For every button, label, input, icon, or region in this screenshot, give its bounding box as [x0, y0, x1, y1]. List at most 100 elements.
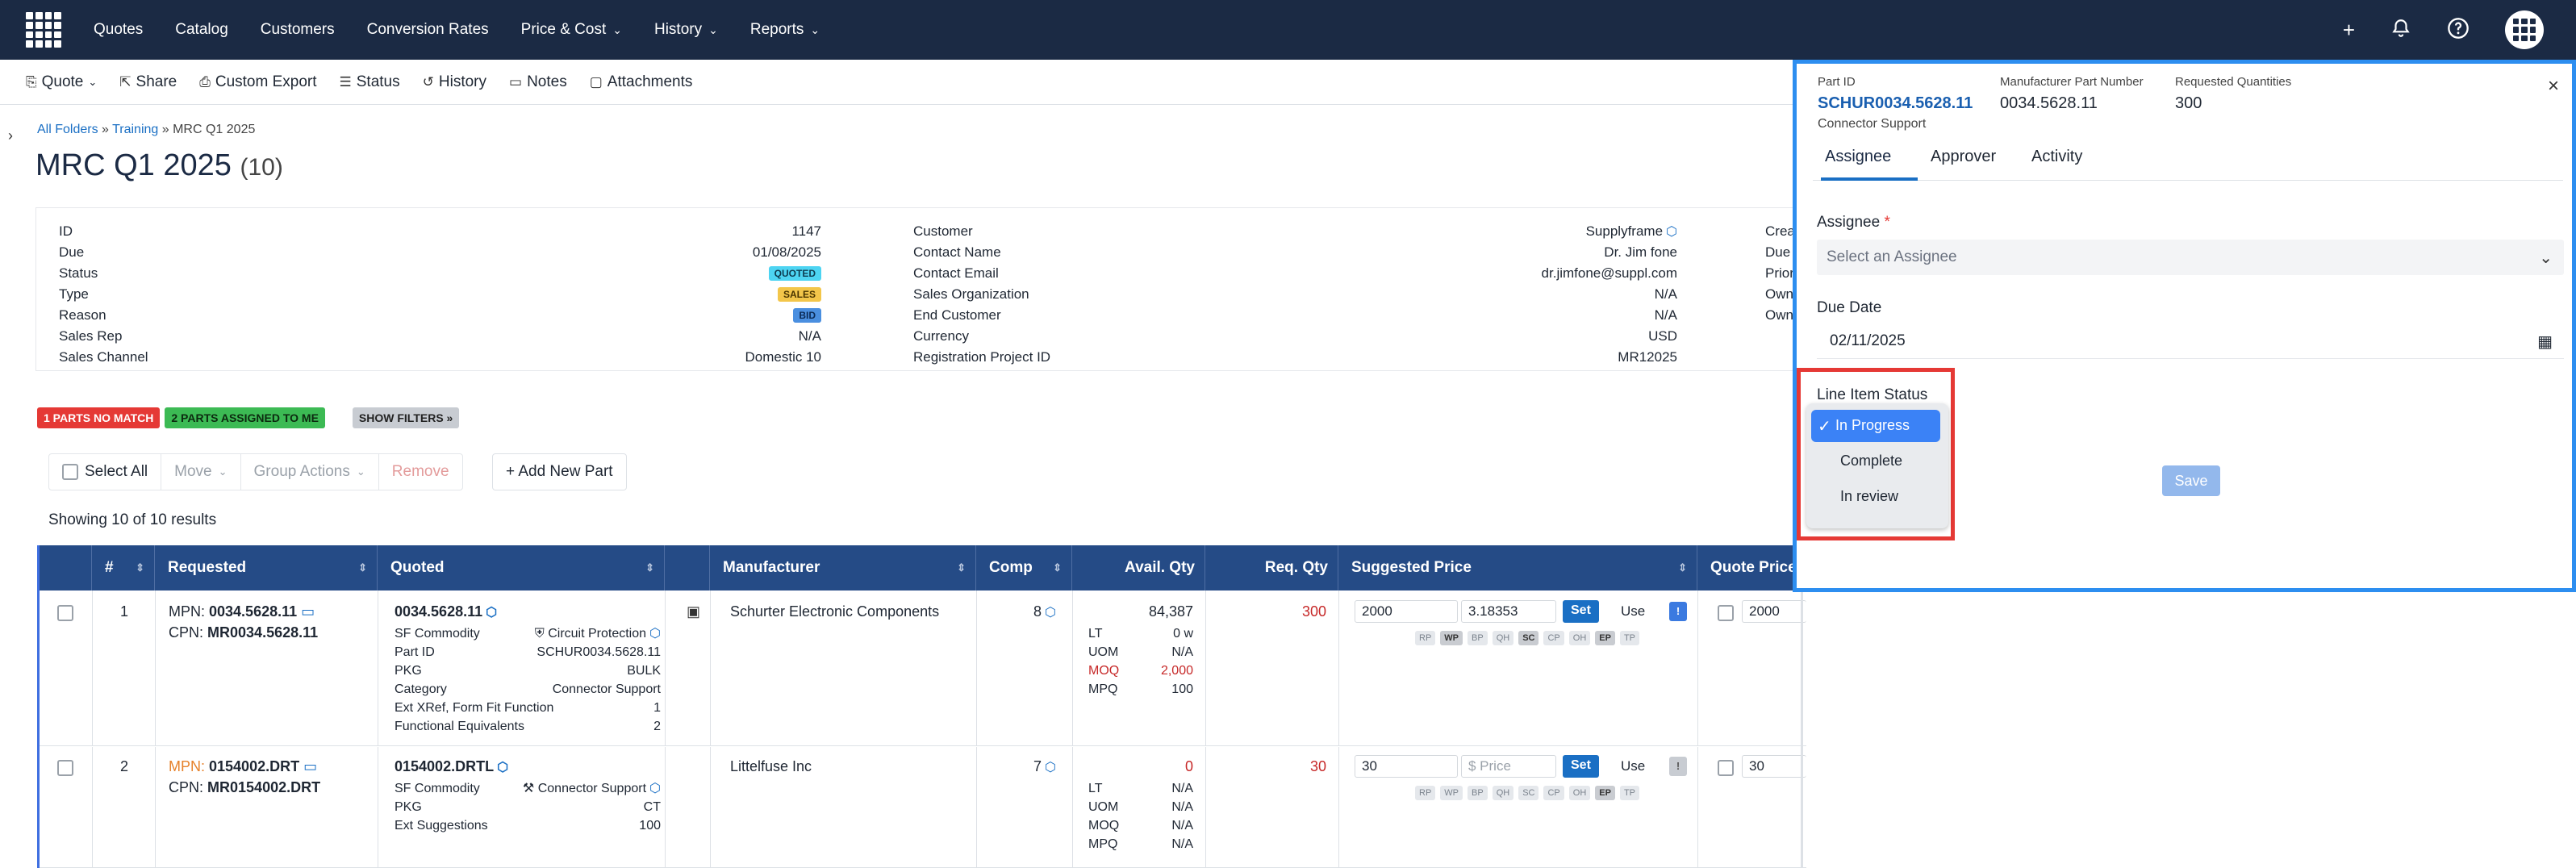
app-logo-icon[interactable]: [26, 12, 61, 48]
quoted-part[interactable]: 0034.5628.11 ⬡: [395, 603, 497, 620]
row-checkbox[interactable]: [57, 605, 73, 621]
notes-button[interactable]: ▭ Notes: [509, 73, 567, 91]
group-actions-dropdown[interactable]: Group Actions ⌄: [241, 454, 379, 490]
requested-mpn: MPN: 0034.5628.11 ▭: [169, 603, 315, 620]
breadcrumb-training[interactable]: Training: [112, 123, 158, 136]
header-suggested-price[interactable]: Suggested Price ⇕: [1338, 545, 1697, 590]
cube-icon[interactable]: ⬡: [649, 779, 661, 798]
status-option-complete[interactable]: Complete: [1806, 445, 1948, 478]
sort-icon[interactable]: ⇕: [1053, 561, 1062, 574]
tab-approver[interactable]: Approver: [1931, 148, 1996, 166]
quote-price-input[interactable]: 30: [1742, 755, 1806, 778]
save-button[interactable]: Save: [2162, 465, 2220, 496]
header-manufacturer[interactable]: Manufacturer ⇕: [710, 545, 976, 590]
comp-count[interactable]: 8 ⬡: [1033, 603, 1056, 620]
header-requested[interactable]: Requested ⇕: [155, 545, 378, 590]
move-dropdown[interactable]: Move ⌄: [161, 454, 241, 490]
set-price-button[interactable]: Set: [1563, 600, 1599, 623]
header-req-qty[interactable]: Req. Qty: [1205, 545, 1338, 590]
avail-attributes: LT 0 w UOM N/A MOQ 2,000 MPQ 100: [1088, 627, 1193, 696]
sort-icon[interactable]: ⇕: [358, 561, 367, 574]
nav-price-cost[interactable]: Price & Cost ⌄: [521, 21, 622, 39]
folder-icon[interactable]: ▭: [303, 758, 317, 774]
cube-icon[interactable]: ⬡: [1666, 223, 1677, 240]
breadcrumb-all-folders[interactable]: All Folders: [37, 123, 98, 136]
nav-customers[interactable]: Customers: [261, 21, 335, 39]
line-item-status-dropdown[interactable]: ✓ In Progress Complete In review: [1806, 403, 1948, 528]
bulk-actions-bar: Select All Move ⌄ Group Actions ⌄ Remove: [48, 453, 463, 490]
quote-menu-button[interactable]: ⎘ Quote ⌄: [26, 73, 97, 91]
status-option-in-review[interactable]: In review: [1806, 481, 1948, 513]
due-date-input[interactable]: 02/11/2025 ▦: [1817, 323, 2564, 359]
status-button[interactable]: ☰ Status: [340, 73, 400, 91]
select-all-checkbox[interactable]: Select All: [49, 454, 162, 490]
bell-icon[interactable]: [2390, 18, 2411, 43]
price-source-tags: RP WP BP QH SC CP OH EP TP: [1415, 786, 1640, 800]
folder-icon[interactable]: ▭: [301, 603, 315, 620]
cube-icon[interactable]: ⬡: [486, 604, 497, 620]
no-match-filter-chip[interactable]: 1 PARTS NO MATCH: [37, 407, 161, 428]
chevron-down-icon: ⌄: [2539, 249, 2553, 267]
nav-reports[interactable]: Reports ⌄: [750, 21, 820, 39]
quoted-part[interactable]: 0154002.DRTL ⬡: [395, 758, 508, 775]
parts-count: (10): [240, 154, 283, 181]
header-quote-price[interactable]: Quote Price: [1697, 545, 1806, 590]
add-new-part-button[interactable]: + Add New Part: [492, 453, 627, 490]
checkbox[interactable]: [62, 464, 78, 480]
close-icon[interactable]: ×: [2548, 75, 2559, 98]
header-number[interactable]: # ⇕: [92, 545, 155, 590]
table-row[interactable]: 2 MPN: 0154002.DRT ▭ CPN: MR0154002.DRT …: [40, 747, 1806, 868]
status-option-in-progress[interactable]: ✓ In Progress: [1811, 410, 1940, 442]
set-price-button[interactable]: Set: [1563, 755, 1599, 778]
price-info-badge[interactable]: !: [1669, 602, 1687, 621]
part-id-link[interactable]: SCHUR0034.5628.11: [1818, 94, 1973, 113]
price-input[interactable]: $ Price: [1461, 755, 1556, 778]
header-quoted[interactable]: Quoted ⇕: [378, 545, 665, 590]
cube-icon[interactable]: ⬡: [649, 624, 661, 643]
use-price-button[interactable]: Use: [1621, 603, 1645, 620]
expand-sidebar-icon[interactable]: ›: [8, 127, 13, 144]
sort-icon[interactable]: ⇕: [1678, 561, 1687, 574]
apps-icon[interactable]: [2505, 10, 2544, 49]
history-button[interactable]: ↺ History: [423, 73, 486, 91]
header-comp[interactable]: Comp ⇕: [976, 545, 1072, 590]
plus-icon[interactable]: +: [2343, 19, 2355, 40]
row-checkbox[interactable]: [57, 760, 73, 776]
remove-button[interactable]: Remove: [379, 454, 462, 490]
cube-icon[interactable]: ⬡: [497, 759, 508, 775]
price-input[interactable]: 3.18353: [1461, 600, 1556, 623]
datasheet-icon[interactable]: ▣: [687, 603, 700, 620]
tab-assignee[interactable]: Assignee: [1825, 148, 1891, 166]
calendar-icon[interactable]: ▦: [2537, 332, 2553, 352]
attachments-button[interactable]: ▢ Attachments: [590, 73, 693, 91]
price-qty-input[interactable]: 30: [1355, 755, 1458, 778]
sort-icon[interactable]: ⇕: [136, 561, 144, 574]
assigned-filter-chip[interactable]: 2 PARTS ASSIGNED TO ME: [165, 407, 325, 428]
table-row[interactable]: 1 MPN: 0034.5628.11 ▭ CPN: MR0034.5628.1…: [40, 590, 1806, 746]
nav-catalog[interactable]: Catalog: [175, 21, 228, 39]
sort-icon[interactable]: ⇕: [645, 561, 654, 574]
avail-qty: 0: [1184, 758, 1193, 774]
show-filters-button[interactable]: SHOW FILTERS »: [352, 407, 460, 428]
header-avail-qty[interactable]: Avail. Qty: [1072, 545, 1205, 590]
comp-count[interactable]: 7 ⬡: [1033, 758, 1056, 775]
quote-price-input[interactable]: 2000: [1742, 600, 1806, 623]
assignee-select[interactable]: Select an Assignee ⌄: [1817, 240, 2564, 275]
cube-icon[interactable]: ⬡: [1045, 604, 1056, 620]
tab-activity[interactable]: Activity: [2031, 148, 2082, 166]
share-button[interactable]: ⇱ Share: [119, 73, 177, 91]
price-info-badge[interactable]: !: [1669, 757, 1687, 776]
cube-icon[interactable]: ⬡: [1045, 759, 1056, 775]
price-qty-input[interactable]: 2000: [1355, 600, 1458, 623]
nav-history[interactable]: History ⌄: [654, 21, 718, 39]
quote-price-checkbox[interactable]: [1718, 605, 1734, 621]
use-price-button[interactable]: Use: [1621, 758, 1645, 774]
quote-price-checkbox[interactable]: [1718, 760, 1734, 776]
nav-quotes[interactable]: Quotes: [94, 21, 143, 39]
nav-conversion-rates[interactable]: Conversion Rates: [367, 21, 489, 39]
sort-icon[interactable]: ⇕: [957, 561, 966, 574]
help-icon[interactable]: [2447, 17, 2470, 44]
mpn-value: 0034.5628.11: [2000, 94, 2098, 112]
custom-export-button[interactable]: ⎙ Custom Export: [199, 73, 316, 91]
header-select: [40, 545, 92, 590]
